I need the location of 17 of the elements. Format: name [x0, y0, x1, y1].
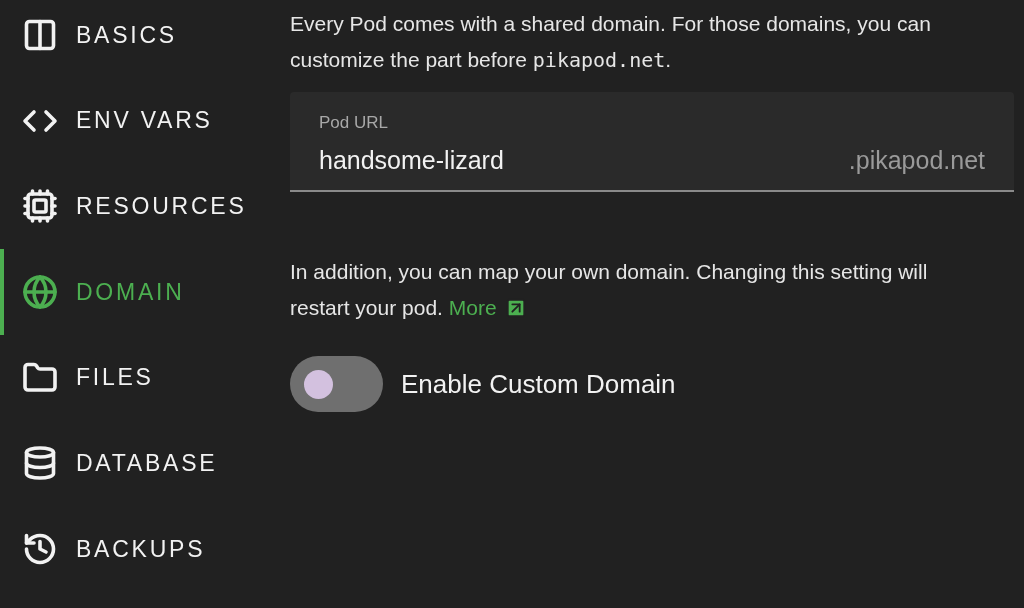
toggle-label: Enable Custom Domain [401, 367, 676, 401]
database-icon [22, 445, 58, 482]
sidebar-item[interactable]: ENV VARS [0, 77, 280, 164]
field-value: handsome-lizard [319, 144, 504, 176]
sidebar-item[interactable]: DATABASE [0, 420, 280, 507]
more-link[interactable]: More [448, 290, 527, 326]
chip-icon [22, 188, 58, 225]
sidebar-item[interactable]: DOMAIN [0, 249, 280, 335]
sidebar-item[interactable]: FILES [0, 334, 280, 421]
custom-domain-toggle[interactable] [290, 356, 383, 412]
sidebar-item[interactable]: RESOURCES [0, 163, 280, 250]
globe-icon [22, 273, 58, 310]
sidebar-item[interactable]: BASICS [0, 0, 280, 78]
pod-url-field[interactable]: Pod URL handsome-lizard .pikapod.net [290, 92, 1014, 192]
sidebar-item[interactable]: BACKUPS [0, 506, 280, 592]
custom-domain-note: In addition, you can map your own domain. Changing this setting will restart your pod. More [290, 254, 950, 326]
intro-text: Every Pod comes with a shared domain. For those domains, you can customize the part before pikapod.net. [290, 11, 932, 74]
